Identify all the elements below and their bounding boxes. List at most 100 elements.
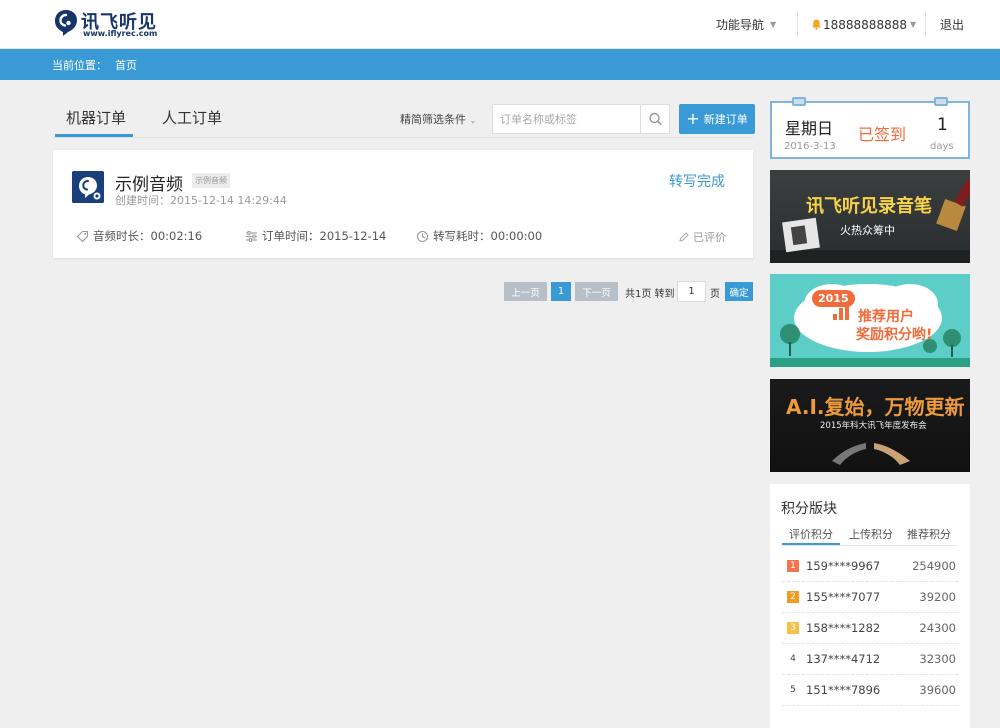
rank-badge: 2 — [787, 591, 799, 603]
jump-page-input[interactable]: 1 — [677, 281, 706, 302]
active-tab-indicator — [55, 134, 133, 137]
ranking-user: 137****4712 — [806, 652, 881, 666]
logout-link[interactable]: 退出 — [940, 0, 964, 49]
ranking-row: 2 155****7077 39200 — [782, 582, 958, 613]
ranking-user: 151****7896 — [806, 683, 881, 697]
rank-badge: 1 — [787, 560, 799, 572]
ranking-user: 158****1282 — [806, 621, 881, 635]
iflyrec-logo[interactable]: 讯飞听见 www.iflyrec.com — [54, 8, 184, 40]
rank-badge: 5 — [790, 685, 796, 695]
tab-manual-orders[interactable]: 人工订单 — [162, 107, 222, 128]
tab-machine-orders[interactable]: 机器订单 — [66, 107, 126, 128]
tab-rating-points[interactable]: 评价积分 — [789, 526, 833, 542]
banner1-subtitle: 火热众筹中 — [840, 224, 895, 237]
next-page-button[interactable]: 下一页 — [575, 282, 618, 301]
filter-label: 精简筛选条件 — [400, 113, 466, 126]
signin-days-unit: days — [930, 141, 954, 152]
breadcrumb-current[interactable]: 首页 — [115, 57, 137, 73]
tabs-divider — [53, 137, 753, 138]
active-points-tab-indicator — [782, 543, 840, 545]
audio-duration-text: 音频时长：00:02:16 — [93, 229, 203, 243]
rated-status[interactable]: 已评价 — [678, 229, 726, 245]
tag-icon — [76, 230, 89, 242]
breadcrumb-prefix: 当前位置： — [52, 58, 107, 72]
chevron-down-icon: ▼ — [909, 20, 917, 29]
confirm-jump-button[interactable]: 确定 — [725, 282, 753, 301]
function-nav-label: 功能导航 — [716, 18, 765, 32]
search-button[interactable] — [640, 105, 669, 133]
signin-days-count: 1 — [937, 115, 948, 135]
prev-page-button[interactable]: 上一页 — [504, 282, 547, 301]
sliders-icon — [246, 230, 257, 242]
audio-duration: 音频时长：00:02:16 — [76, 228, 202, 244]
ranking-row: 1 159****9967 254900 — [782, 551, 958, 582]
function-nav-menu[interactable]: 功能导航 ▼ — [716, 0, 776, 49]
signin-date: 2016-3-13 — [784, 141, 836, 152]
transcribe-time-text: 转写耗时：00:00:00 — [433, 229, 543, 243]
banner-recorder-pen[interactable]: 讯飞听见录音笔 火热众筹中 — [770, 170, 970, 263]
ranking-row: 5 151****7896 39600 — [782, 675, 958, 706]
tab-referral-points[interactable]: 推荐积分 — [907, 526, 951, 542]
logo-url: www.iflyrec.com — [83, 29, 158, 38]
ranking-score: 254900 — [912, 559, 956, 573]
ranking-row: 4 137****4712 32300 — [782, 644, 958, 675]
user-phone: 18888888888 — [823, 17, 907, 32]
signin-weekday: 星期日 — [785, 119, 834, 138]
new-order-button[interactable]: + 新建订单 — [679, 104, 755, 134]
tab-upload-points[interactable]: 上传积分 — [849, 526, 893, 542]
order-search — [492, 104, 670, 134]
order-time-text: 订单时间：2015-12-14 — [262, 229, 387, 243]
transcribe-time: 转写耗时：00:00:00 — [416, 228, 542, 244]
breadcrumb: 当前位置： 首页 — [0, 49, 1000, 80]
banner-annual-conference[interactable]: A.I.复始，万物更新 2015年科大讯飞年度发布会 — [770, 379, 970, 472]
banner3-subtitle: 2015年科大讯飞年度发布会 — [820, 421, 927, 431]
ranking-score: 32300 — [919, 652, 956, 666]
rank-badge: 3 — [787, 622, 799, 634]
banner2-year: 2015 — [812, 290, 855, 307]
total-pages-text: 共1页 转到 — [625, 289, 675, 300]
audio-file-icon — [72, 171, 104, 203]
order-time: 订单时间：2015-12-14 — [245, 228, 386, 244]
banner3-title: A.I.复始，万物更新 — [786, 395, 965, 419]
rated-label: 已评价 — [693, 231, 726, 244]
calendar-ring-icon — [934, 97, 948, 106]
order-card[interactable]: 示例音频 示例音频 创建时间：2015-12-14 14:29:44 转写完成 … — [53, 150, 753, 258]
plus-icon: + — [686, 109, 700, 128]
order-status[interactable]: 转写完成 — [669, 171, 725, 191]
top-header: 讯飞听见 www.iflyrec.com 功能导航 ▼ 18888888888 … — [0, 0, 1000, 49]
header-divider — [925, 12, 926, 36]
banner2-line1: 推荐用户 — [858, 309, 914, 325]
chevron-down-icon: ⌄ — [469, 116, 477, 125]
points-panel: 积分版块 评价积分 上传积分 推荐积分 1 159****9967 254900… — [770, 484, 970, 728]
header-divider — [797, 12, 798, 36]
ranking-user: 159****9967 — [806, 559, 881, 573]
signin-status: 已签到 — [858, 125, 907, 144]
page-unit: 页 — [710, 289, 720, 300]
order-created-time: 创建时间：2015-12-14 14:29:44 — [115, 194, 287, 207]
ranking-score: 39600 — [919, 683, 956, 697]
filter-dropdown[interactable]: 精简筛选条件 ⌄ — [400, 111, 476, 127]
ranking-user: 155****7077 — [806, 590, 881, 604]
search-icon — [649, 112, 662, 126]
ranking-score: 24300 — [919, 621, 956, 635]
banner-referral[interactable]: 2015 推荐用户 奖励积分哟! — [770, 274, 970, 367]
banner2-line2: 奖励积分哟! — [856, 327, 933, 343]
ranking-row: 3 158****1282 24300 — [782, 613, 958, 644]
new-order-label: 新建订单 — [703, 113, 748, 126]
pencil-icon — [679, 232, 689, 242]
search-input[interactable] — [493, 105, 641, 133]
signin-card[interactable]: 星期日 2016-3-13 已签到 1 days — [770, 97, 970, 159]
chevron-down-icon: ▼ — [770, 20, 777, 29]
bell-icon — [812, 19, 821, 30]
points-title: 积分版块 — [781, 501, 837, 517]
ranking-score: 39200 — [919, 590, 956, 604]
page-1-button[interactable]: 1 — [551, 282, 571, 301]
calendar-ring-icon — [792, 97, 806, 106]
clock-icon — [416, 230, 429, 242]
points-tabs-divider — [782, 545, 958, 546]
rank-badge: 4 — [790, 654, 796, 664]
banner1-title: 讯飞听见录音笔 — [806, 196, 932, 217]
order-tag: 示例音频 — [192, 173, 230, 188]
user-menu[interactable]: 18888888888 ▼ — [812, 0, 916, 49]
ear-logo-icon — [55, 10, 77, 36]
